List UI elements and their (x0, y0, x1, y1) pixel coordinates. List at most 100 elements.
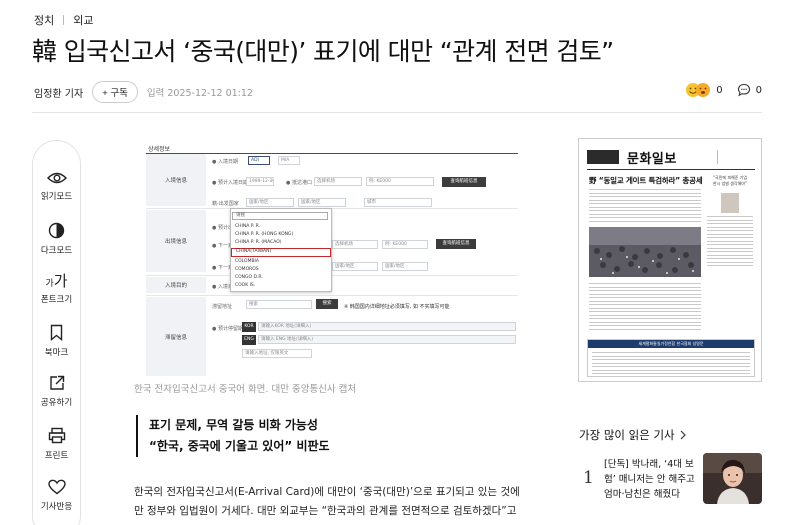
input-city[interactable]: 城市 (364, 198, 432, 207)
form-field-address: 滞留地址 (212, 304, 233, 310)
chevron-right-icon (680, 430, 686, 440)
select-exit-airport[interactable]: 选择机场 (332, 240, 378, 249)
article-body: 한국의 전자입국신고서(E-Arrival Card)에 대만이 ‘중국(대만)… (134, 483, 520, 521)
dropdown-option[interactable]: CONGO D.R. (231, 274, 331, 282)
dropdown-option[interactable]: CHINA P. R. (231, 223, 331, 231)
publish-date: 입력 2025-12-12 01:12 (146, 88, 253, 99)
input-address-search[interactable]: 搜索 (246, 300, 312, 309)
input-exit-flight[interactable]: 例: KE000 (382, 240, 428, 249)
tool-label: 프린트 (44, 451, 69, 461)
breadcrumb: 정치 외교 (34, 12, 94, 28)
input-entry-date[interactable]: 1999-12-30 (246, 177, 274, 186)
masthead-rule (587, 169, 755, 170)
tool-dark-mode[interactable]: 다크모드 (33, 222, 80, 256)
popular-articles-title[interactable]: 가장 많이 읽은 기사 (579, 427, 687, 443)
comment-icon (737, 83, 750, 97)
tool-label: 읽기모드 (40, 192, 73, 202)
dropdown-option[interactable]: CHINA P. R. (MACAO) (231, 239, 331, 247)
dropdown-option[interactable]: COOK IS. (231, 282, 331, 290)
find-exit-flight-button[interactable]: 查询航班信息 (436, 239, 476, 249)
font-size-icon: 가가 (45, 272, 68, 290)
newspaper-index (717, 150, 755, 164)
select-next-city[interactable]: 国家/地区 (382, 262, 428, 271)
form-label-stay: 入境目的 (146, 277, 206, 293)
select-airport[interactable]: 选择机场 (314, 177, 362, 186)
address-search-button[interactable]: 搜索 (316, 299, 338, 309)
find-flight-button[interactable]: 查询航班信息 (442, 177, 486, 187)
tool-label: 북마크 (44, 348, 69, 358)
newspaper-headline: 野 “동일교 게이트 특검하라” 총공세 (589, 176, 703, 185)
reaction-button[interactable]: 0 (685, 82, 723, 98)
newspaper-masthead: 문화일보 (587, 147, 755, 167)
popular-title-text: 가장 많이 읽은 기사 (579, 428, 675, 442)
select-city[interactable]: 国家/地区 (298, 198, 346, 207)
newspaper-text-block (589, 189, 701, 224)
select-country[interactable]: 国家/地区 (246, 198, 294, 207)
subheadline-line: 표기 문제, 무역 갈등 비화 가능성 (149, 418, 318, 432)
body-paragraph-line: 만 정부와 입법원이 거세다. 대만 외교부는 “한국과의 관계를 전면적으로 … (134, 505, 520, 517)
newspaper-side-column: “국민에 피해준 기업 한시 엄벌 생각해야” (707, 175, 753, 269)
newspaper-ad-banner: 세계평화통일가정연합 한국협회 성명문 (588, 340, 754, 348)
breadcrumb-subsection[interactable]: 외교 (73, 12, 93, 28)
breadcrumb-section[interactable]: 정치 (34, 12, 54, 28)
tool-font-size[interactable]: 가가 폰트크기 (33, 272, 80, 305)
input-flight[interactable]: 例: KE000 (366, 177, 434, 186)
popular-item-thumbnail[interactable] (703, 453, 762, 504)
image-caption: 한국 전자입국신고서 중국어 화면. 대만 중앙통신사 캡처 (134, 384, 357, 395)
tool-share[interactable]: 공유하기 (33, 375, 80, 408)
newspaper-ad: 세계평화통일가정연합 한국협회 성명문 (587, 339, 755, 377)
comment-button[interactable]: 0 (737, 83, 762, 97)
tab-arrival[interactable]: ADI (248, 156, 270, 165)
tool-bookmark[interactable]: 북마크 (33, 324, 80, 358)
input-kor-address[interactable]: 请输入KOR 地址(详细入) (258, 322, 516, 331)
heart-icon (47, 479, 66, 495)
dropdown-search-input[interactable]: 请搜 (232, 212, 328, 220)
input-address-detail[interactable]: 请输入地址, 仅限英文 (242, 349, 312, 358)
tool-print[interactable]: 프린트 (33, 427, 80, 461)
eng-badge: ENG (242, 335, 256, 345)
article-image-arrival-form: 상세정보 入境信息 ● 入境日期 ADI MIA ● 预计入境日期 1999-1… (134, 136, 518, 376)
newspaper-portrait (721, 193, 739, 213)
newspaper-text-block (589, 283, 701, 332)
popular-item-title[interactable]: [단독] 박나래, ‘4대 보 험’ 매니저는 안 해주고 엄마·남친은 해줬다 (604, 457, 698, 502)
tool-reading-mode[interactable]: 읽기모드 (33, 171, 80, 202)
form-field-airport: ● 抵达港口 (286, 180, 312, 186)
form-row-divider (146, 295, 518, 296)
form-note: ※ 韩国国内详细地址必须填写, 如 不实填写可能 (344, 304, 450, 310)
dropdown-option[interactable]: COLOMBIA (231, 258, 331, 266)
dropdown-option-highlighted[interactable]: CHINA(TAIWAN) (231, 248, 331, 257)
article-tool-rail: 읽기모드 다크모드 가가 폰트크기 북마크 공유하기 프린트 기사반응 (32, 140, 81, 525)
input-eng-address[interactable]: 请输入 ENG 地址(详细入) (258, 335, 516, 344)
country-dropdown[interactable]: CHINA P. R. CHINA P. R. (HONG KONG) CHIN… (230, 208, 332, 292)
form-field-country: 籍-出发国家 (212, 201, 239, 207)
newspaper-crowd-photo (589, 227, 701, 277)
newspaper-front-page[interactable]: 문화일보 野 “동일교 게이트 특검하라” 총공세 “국민에 피해준 기업 한시… (578, 138, 762, 382)
subscribe-button[interactable]: + 구독 (92, 81, 138, 103)
newspaper-name: 문화일보 (627, 151, 677, 167)
comment-count: 0 (755, 84, 762, 96)
emoji-reaction-icon (686, 83, 711, 97)
newspaper-side-note: 한시 엄벌 생각해야” (712, 181, 748, 186)
tab-korea[interactable]: MIA (278, 156, 300, 165)
popular-rank: 1 (583, 468, 594, 488)
dropdown-option[interactable]: COMOROS (231, 266, 331, 274)
form-label-other: 滞留信息 (146, 297, 206, 376)
select-next-country[interactable]: 国家/地区 (332, 262, 378, 271)
tool-reaction[interactable]: 기사반응 (33, 479, 80, 512)
kor-badge: KOR (242, 322, 256, 332)
form-header: 상세정보 (148, 146, 171, 153)
share-icon (49, 375, 64, 390)
reaction-count: 0 (716, 84, 723, 96)
tool-label: 기사반응 (40, 502, 73, 512)
bookmark-icon (50, 324, 63, 341)
dropdown-option[interactable]: CHINA P. R. (HONG KONG) (231, 231, 331, 239)
breadcrumb-divider (63, 15, 65, 25)
form-label-exit: 出境信息 (146, 210, 206, 272)
form-row-divider (146, 275, 518, 276)
newspaper-logo-box (587, 150, 619, 164)
author-name[interactable]: 임정환 기자 (34, 85, 83, 100)
eye-icon (46, 172, 67, 184)
subheadline-block: 표기 문제, 무역 갈등 비화 가능성 “한국, 중국에 기울고 있어” 비판도 (136, 415, 330, 457)
tool-label: 폰트크기 (40, 295, 73, 305)
print-icon (48, 427, 65, 444)
